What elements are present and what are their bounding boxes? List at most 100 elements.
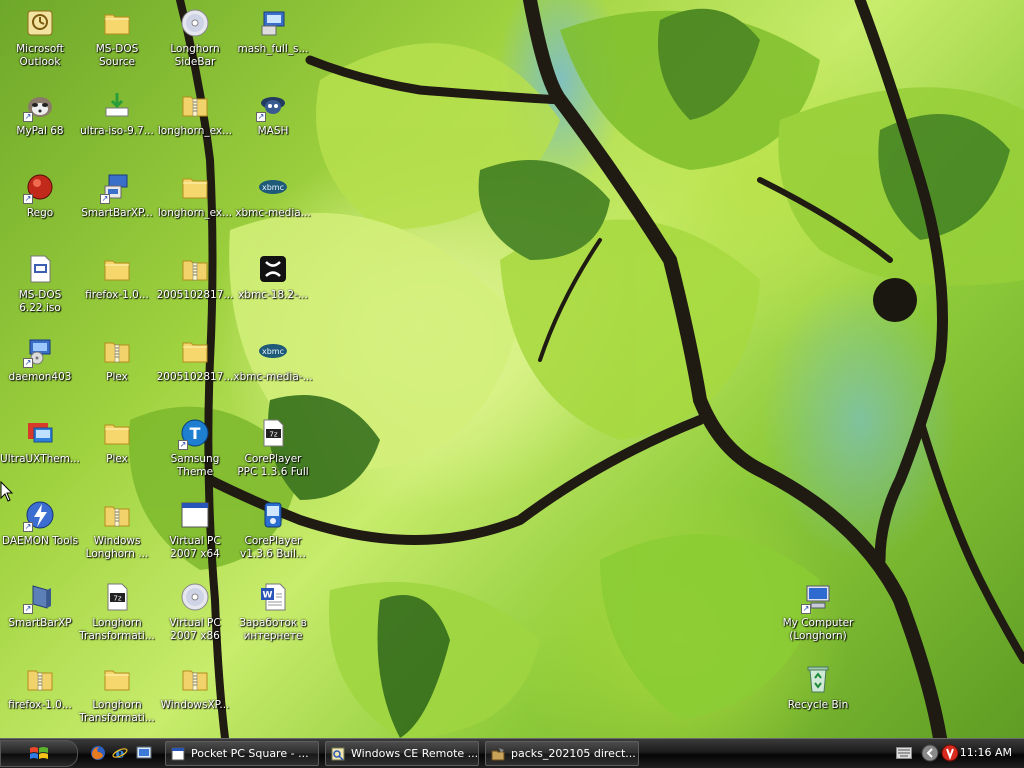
desktop-icon-my-computer[interactable]: ↗ My Computer (Longhorn) (778, 578, 858, 658)
desktop-icon-label: firefox-1.0... (8, 699, 72, 711)
desktop-icon-label: My Computer (Longhorn) (782, 617, 854, 642)
chevron-left-icon[interactable] (921, 744, 939, 762)
desktop-icon-virtual-pc-x86[interactable]: Virtual PC 2007 x86 (155, 578, 235, 658)
keyboard-icon[interactable] (896, 747, 912, 759)
desktop-icon-label: daemon403 (8, 371, 72, 383)
desktop-icon-label: xbmc-media-... (233, 371, 313, 383)
word-doc-icon: W (256, 580, 290, 614)
mypal-icon: ↗ (23, 88, 57, 122)
smartbar-icon: ↗ (23, 580, 57, 614)
show-desktop-icon (136, 746, 152, 759)
desktop-icon-xbmc-18[interactable]: xbmc-18.2-... (233, 250, 313, 330)
desktop-icon-daemon403[interactable]: ↗ daemon403 (0, 332, 80, 412)
mash-icon: ↗ (256, 88, 290, 122)
desktop-icon-coreplayer-build[interactable]: CorePlayer v1.3.6 Buil... (233, 496, 313, 576)
outlook-icon (23, 6, 57, 40)
desktop-icon-label: Longhorn Transformati... (79, 699, 155, 724)
shortcut-arrow-icon: ↗ (178, 440, 188, 450)
desktop-icon-2005102817-zip[interactable]: 2005102817... (155, 250, 235, 330)
desktop-icon-samsung-theme[interactable]: T ↗ Samsung Theme (155, 414, 235, 494)
coreplayer-icon (256, 498, 290, 532)
my-computer-icon: ↗ (801, 580, 835, 614)
desktop-icon-label: 2005102817... (156, 371, 234, 383)
desktop-icon-longhorn-ex-folder[interactable]: longhorn_ex... (155, 168, 235, 248)
desktop-icon-label: Longhorn SideBar (170, 43, 220, 68)
desktop-icon-label: CorePlayer v1.3.6 Buil... (240, 535, 306, 560)
desktop-icon-label: Virtual PC 2007 x64 (169, 535, 221, 560)
desktop-icon-label: UltraUXThem... (0, 453, 80, 465)
clock[interactable]: 11:16 AM (960, 746, 1012, 759)
desktop-icon-label: ultra-iso-9.7... (80, 125, 154, 137)
taskbar: e Pocket PC Square - ... Windows CE Remo… (0, 738, 1024, 768)
desktop-icon-longhorn-sidebar[interactable]: Longhorn SideBar (155, 4, 235, 84)
desktop-icon-label: xbmc-media... (235, 207, 311, 219)
desktop-icon-smartbarxp-setup[interactable]: ↗ SmartBarXP... (77, 168, 157, 248)
desktop-icon-2005102817-folder[interactable]: 2005102817... (155, 332, 235, 412)
xbmc-icon: xbmc (256, 170, 290, 204)
desktop-icon-plex-zip[interactable]: Plex (77, 332, 157, 412)
desktop-icon-label: Plex (106, 371, 128, 383)
shortcut-arrow-icon: ↗ (23, 604, 33, 614)
desktop-icon-windows-longhorn[interactable]: Windows Longhorn ... (77, 496, 157, 576)
firefox-icon (91, 746, 105, 760)
desktop-icon-label: longhorn_ex... (157, 207, 233, 219)
desktop-icon-rego[interactable]: ↗ Rego (0, 168, 80, 248)
desktop-icon-ultra-iso[interactable]: ultra-iso-9.7... (77, 86, 157, 166)
taskbar-button-pocket-pc[interactable]: Pocket PC Square - ... (165, 741, 319, 766)
start-button[interactable] (0, 740, 78, 767)
folder-icon (100, 252, 134, 286)
desktop-icon-longhorn-ex-zip[interactable]: longhorn_ex... (155, 86, 235, 166)
quick-launch-firefox[interactable] (89, 744, 107, 762)
desktop-icon-smartbarxp[interactable]: ↗ SmartBarXP (0, 578, 80, 658)
desktop-icon-label: SmartBarXP... (81, 207, 153, 219)
desktop-icon-microsoft-outlook[interactable]: Microsoft Outlook (0, 4, 80, 84)
desktop-icon-longhorn-transformation-7z[interactable]: 7z Longhorn Transformati... (77, 578, 157, 658)
desktop-icon-longhorn-transformation-folder[interactable]: Longhorn Transformati... (77, 660, 157, 738)
desktop-icon-mypal[interactable]: ↗ MyPal 68 (0, 86, 80, 166)
desktop-icon-label: Plex (106, 453, 128, 465)
installer-icon (100, 88, 134, 122)
svg-text:7z: 7z (269, 431, 277, 439)
svg-text:xbmc: xbmc (262, 183, 284, 192)
zip-folder-icon (23, 662, 57, 696)
desktop-icon-label: SmartBarXP (8, 617, 72, 629)
desktop-icon-xbmc-media-1[interactable]: xbmc xbmc-media... (233, 168, 313, 248)
svg-text:W: W (263, 591, 273, 601)
desktop-icon-virtual-pc-x64[interactable]: Virtual PC 2007 x64 (155, 496, 235, 576)
desktop[interactable]: Microsoft Outlook ↗ MyPal 68 ↗ Rego MS-D… (0, 0, 1024, 738)
desktop-icon-ms-dos-source[interactable]: MS-DOS Source (77, 4, 157, 84)
desktop-icon-firefox-zip[interactable]: firefox-1.0... (0, 660, 80, 738)
folder-icon (100, 416, 134, 450)
svg-text:7z: 7z (113, 595, 121, 603)
desktop-icon-firefox-folder[interactable]: firefox-1.0... (77, 250, 157, 330)
desktop-icon-recycle-bin[interactable]: Recycle Bin (778, 660, 858, 738)
shortcut-arrow-icon: ↗ (23, 112, 33, 122)
folder-icon (178, 334, 212, 368)
task-label: packs_202105 direct... (511, 747, 636, 760)
taskbar-button-packs-directory[interactable]: packs_202105 direct... (485, 741, 639, 766)
desktop-icon-ms-dos-iso[interactable]: MS-DOS 6.22.iso (0, 250, 80, 330)
desktop-icon-windowsxp-zip[interactable]: WindowsXP... (155, 660, 235, 738)
quick-launch-ie[interactable]: e (111, 744, 129, 762)
desktop-icon-label: CorePlayer PPC 1.3.6 Full (237, 453, 309, 478)
desktop-icon-zarabotok-doc[interactable]: W Заработок в интернете (233, 578, 313, 658)
shortcut-arrow-icon: ↗ (801, 604, 811, 614)
shortcut-arrow-icon: ↗ (23, 522, 33, 532)
folder-icon (100, 662, 134, 696)
quick-launch-show-desktop[interactable] (135, 744, 153, 762)
antivirus-icon[interactable] (941, 744, 959, 762)
desktop-icon-mash[interactable]: ↗ MASH (233, 86, 313, 166)
zip-folder-icon (178, 252, 212, 286)
desktop-icon-mash-full[interactable]: mash_full_s... (233, 4, 313, 84)
samsung-theme-icon: T ↗ (178, 416, 212, 450)
desktop-icon-daemon-tools[interactable]: ↗ DAEMON Tools (0, 496, 80, 576)
desktop-icon-label: MyPal 68 (16, 125, 64, 137)
desktop-icon-plex-folder[interactable]: Plex (77, 414, 157, 494)
desktop-icon-xbmc-media-2[interactable]: xbmc xbmc-media-... (233, 332, 313, 412)
desktop-icon-coreplayer-ppc[interactable]: 7z CorePlayer PPC 1.3.6 Full (233, 414, 313, 494)
shortcut-arrow-icon: ↗ (23, 358, 33, 368)
desktop-icon-label: Windows Longhorn ... (85, 535, 149, 560)
taskbar-button-windows-ce-remote[interactable]: Windows CE Remote ... (325, 741, 479, 766)
ultraux-icon (23, 416, 57, 450)
desktop-icon-label: firefox-1.0... (85, 289, 149, 301)
